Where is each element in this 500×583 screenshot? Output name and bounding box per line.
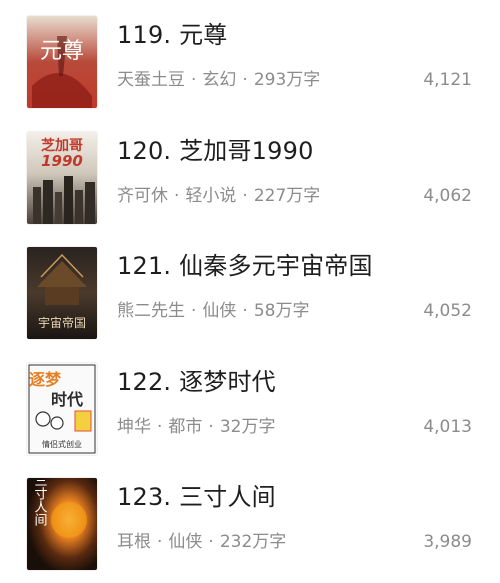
book-word-count: 32万字 <box>219 417 276 437</box>
book-title[interactable]: 119. 元尊 <box>117 18 227 52</box>
list-item[interactable]: 宇宙帝国 121. 仙秦多元宇宙帝国 熊二先生 · 仙侠 · 58万字 4,052 <box>0 247 500 347</box>
separator-dot: · <box>191 301 197 321</box>
cover-title-text: 逐梦 <box>29 370 62 389</box>
book-cover[interactable]: 元尊 <box>27 16 97 108</box>
book-genre: 都市 <box>168 417 203 437</box>
book-ranking-list: 元尊 119. 元尊 天蚕土豆 · 玄幻 · 293万字 4,121 芝加哥 1… <box>0 0 500 583</box>
book-cover[interactable]: 芝加哥 1990 <box>27 132 97 224</box>
cover-title-text-2: 时代 <box>51 390 83 409</box>
book-meta: 天蚕土豆 · 玄幻 · 293万字 <box>117 68 320 92</box>
separator-dot: · <box>208 532 214 552</box>
separator-dot: · <box>242 301 248 321</box>
book-cover-image: 芝加哥 1990 <box>27 132 97 224</box>
separator-dot: · <box>208 417 214 437</box>
ranking-count: 4,013 <box>423 417 472 437</box>
list-item[interactable]: 芝加哥 1990 120. 芝加哥1990 齐可休 · 轻小说 · 227万字 4,06… <box>0 132 500 232</box>
book-author: 天蚕土豆 <box>117 70 185 90</box>
book-cover-image: 宇宙帝国 <box>27 247 97 339</box>
list-item[interactable]: 元尊 119. 元尊 天蚕土豆 · 玄幻 · 293万字 4,121 <box>0 16 500 116</box>
separator-dot: · <box>157 532 163 552</box>
book-cover-image: 逐梦 时代 情侣式创业 <box>27 363 97 455</box>
list-item[interactable]: 逐梦 时代 情侣式创业 122. 逐梦时代 坤华 · 都市 · 32万字 4,013 <box>0 363 500 463</box>
list-item[interactable]: 三寸人间 123. 三寸人间 耳根 · 仙侠 · 232万字 3,989 <box>0 478 500 578</box>
ranking-count: 4,062 <box>423 186 472 206</box>
separator-dot: · <box>191 70 197 90</box>
ranking-count: 4,121 <box>423 70 472 90</box>
book-word-count: 58万字 <box>253 301 310 321</box>
book-meta: 耳根 · 仙侠 · 232万字 <box>117 530 286 554</box>
book-genre: 仙侠 <box>168 532 203 552</box>
book-genre: 玄幻 <box>202 70 237 90</box>
cover-subtitle-text: 情侣式创业 <box>42 439 82 449</box>
book-genre: 轻小说 <box>185 186 237 206</box>
book-meta: 齐可休 · 轻小说 · 227万字 <box>117 184 320 208</box>
book-cover[interactable]: 宇宙帝国 <box>27 247 97 339</box>
book-meta: 坤华 · 都市 · 32万字 <box>117 415 275 439</box>
ranking-count: 4,052 <box>423 301 472 321</box>
cover-title-text: 三寸人间 <box>32 478 48 526</box>
book-author: 齐可休 <box>117 186 168 206</box>
book-title[interactable]: 120. 芝加哥1990 <box>117 134 314 168</box>
book-meta: 熊二先生 · 仙侠 · 58万字 <box>117 299 309 323</box>
book-cover-image: 三寸人间 <box>27 478 97 570</box>
book-word-count: 293万字 <box>253 70 321 90</box>
book-cover[interactable]: 逐梦 时代 情侣式创业 <box>27 363 97 455</box>
separator-dot: · <box>174 186 180 206</box>
cover-title-text: 元尊 <box>40 39 84 64</box>
book-word-count: 232万字 <box>219 532 287 552</box>
cover-title-text: 宇宙帝国 <box>38 315 86 330</box>
separator-dot: · <box>157 417 163 437</box>
book-title[interactable]: 121. 仙秦多元宇宙帝国 <box>117 249 373 283</box>
book-author: 耳根 <box>117 532 151 552</box>
ranking-count: 3,989 <box>423 532 472 552</box>
book-word-count: 227万字 <box>253 186 321 206</box>
book-author: 熊二先生 <box>117 301 185 321</box>
book-title[interactable]: 122. 逐梦时代 <box>117 365 276 399</box>
separator-dot: · <box>242 186 248 206</box>
book-author: 坤华 <box>117 417 151 437</box>
book-cover[interactable]: 三寸人间 <box>27 478 97 570</box>
book-genre: 仙侠 <box>202 301 237 321</box>
book-title[interactable]: 123. 三寸人间 <box>117 480 276 514</box>
cover-title-number: 1990 <box>41 152 83 170</box>
separator-dot: · <box>242 70 248 90</box>
book-cover-image: 元尊 <box>27 16 97 108</box>
